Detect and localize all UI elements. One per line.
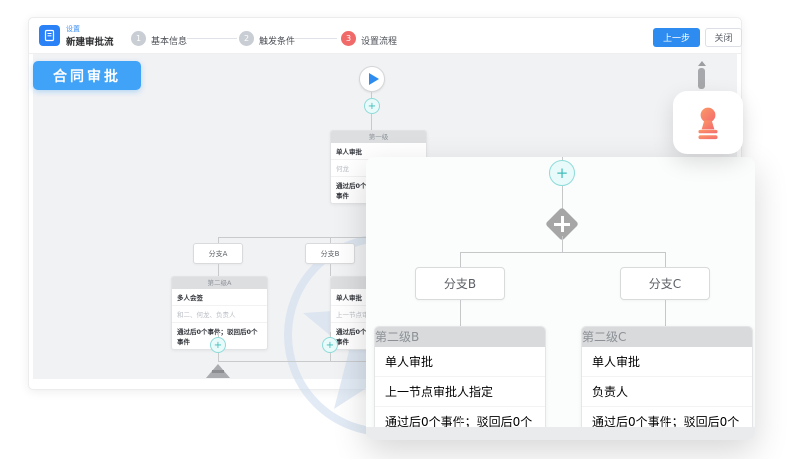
step-connector bbox=[187, 38, 237, 39]
document-icon bbox=[39, 25, 60, 46]
step-2-label: 触发条件 bbox=[259, 34, 295, 47]
flow-line bbox=[218, 353, 219, 361]
node-card-level2c[interactable]: 第二级C 单人审批 负责人 通过后0个事件；驳回后0个事件 bbox=[581, 326, 753, 440]
prev-step-button[interactable]: 上一步 bbox=[653, 28, 700, 47]
close-button[interactable]: 关闭 bbox=[705, 28, 742, 47]
add-node-button[interactable]: + bbox=[364, 98, 380, 114]
node-approval-type: 单人审批 bbox=[582, 347, 752, 377]
end-node-mark bbox=[212, 370, 224, 373]
node-assignee: 和二、何龙、负责人 bbox=[172, 306, 267, 323]
plus-icon: + bbox=[326, 340, 334, 351]
node-approval-type: 单人审批 bbox=[375, 347, 545, 377]
flow-line bbox=[330, 353, 331, 361]
flow-line bbox=[665, 300, 666, 326]
flow-line bbox=[665, 418, 666, 427]
step-connector bbox=[295, 38, 337, 39]
scrollbar-up-arrow-icon[interactable] bbox=[698, 61, 706, 66]
step-2-num: 2 bbox=[244, 34, 249, 43]
flow-name-tag: 合同审批 bbox=[33, 61, 141, 90]
flow-line bbox=[562, 236, 563, 252]
flow-line bbox=[460, 418, 461, 427]
branch-b-box[interactable]: 分支B bbox=[305, 243, 355, 264]
flow-line bbox=[460, 252, 461, 267]
plus-icon: + bbox=[368, 101, 376, 112]
stamp-card[interactable] bbox=[673, 91, 743, 154]
branch-c-box[interactable]: 分支C bbox=[620, 267, 710, 300]
flow-line bbox=[371, 114, 372, 130]
plus-icon: + bbox=[556, 164, 569, 182]
play-icon bbox=[369, 73, 379, 85]
flow-split-line bbox=[460, 252, 666, 253]
panel-bottom-strip bbox=[366, 427, 755, 440]
window-topbar: 设置 新建审批流 1 基本信息 2 触发条件 3 设置流程 上一步 关闭 bbox=[29, 18, 741, 54]
scrollbar-thumb[interactable] bbox=[698, 68, 705, 89]
stamp-icon bbox=[690, 105, 726, 141]
step-2-circle[interactable]: 2 bbox=[239, 31, 254, 46]
add-node-button[interactable]: + bbox=[549, 160, 575, 186]
step-1-label: 基本信息 bbox=[151, 34, 187, 47]
node-assignee: 上一节点审批人指定 bbox=[375, 377, 545, 407]
node-assignee: 负责人 bbox=[582, 377, 752, 407]
screenshot-stage: 设置 新建审批流 1 基本信息 2 触发条件 3 设置流程 上一步 关闭 合同审… bbox=[0, 0, 792, 459]
branch-b-label: 分支B bbox=[321, 249, 340, 259]
step-3-num: 3 bbox=[346, 34, 351, 43]
page-title: 新建审批流 bbox=[66, 34, 114, 48]
flow-line bbox=[460, 300, 461, 326]
node-header: 第二级B bbox=[375, 327, 545, 347]
header-subtitle: 设置 bbox=[66, 24, 80, 34]
start-node[interactable] bbox=[359, 66, 385, 92]
branch-a-label: 分支A bbox=[209, 249, 228, 259]
branch-b-label: 分支B bbox=[444, 275, 476, 292]
add-node-button[interactable]: + bbox=[322, 337, 338, 353]
plus-icon: + bbox=[214, 340, 222, 351]
add-node-button[interactable]: + bbox=[210, 337, 226, 353]
flow-line bbox=[218, 264, 219, 276]
plus-icon bbox=[561, 216, 564, 232]
node-approval-type: 多人会签 bbox=[172, 289, 267, 306]
zoom-detail-panel: + 分支B 分支C 第二级B 单人审批 上一节点审批人指定 通过后0个事件；驳回… bbox=[366, 157, 755, 440]
node-header: 第二级C bbox=[582, 327, 752, 347]
branch-c-label: 分支C bbox=[649, 275, 681, 292]
branch-b-box[interactable]: 分支B bbox=[415, 267, 505, 300]
flow-line bbox=[330, 264, 331, 276]
flow-line bbox=[665, 252, 666, 267]
step-3-label: 设置流程 bbox=[361, 34, 397, 47]
node-header: 第一级 bbox=[331, 131, 426, 143]
branch-a-box[interactable]: 分支A bbox=[193, 243, 243, 264]
step-1-circle[interactable]: 1 bbox=[131, 31, 146, 46]
node-header: 第二级A bbox=[172, 277, 267, 289]
step-3-circle[interactable]: 3 bbox=[341, 31, 356, 46]
step-1-num: 1 bbox=[136, 34, 141, 43]
